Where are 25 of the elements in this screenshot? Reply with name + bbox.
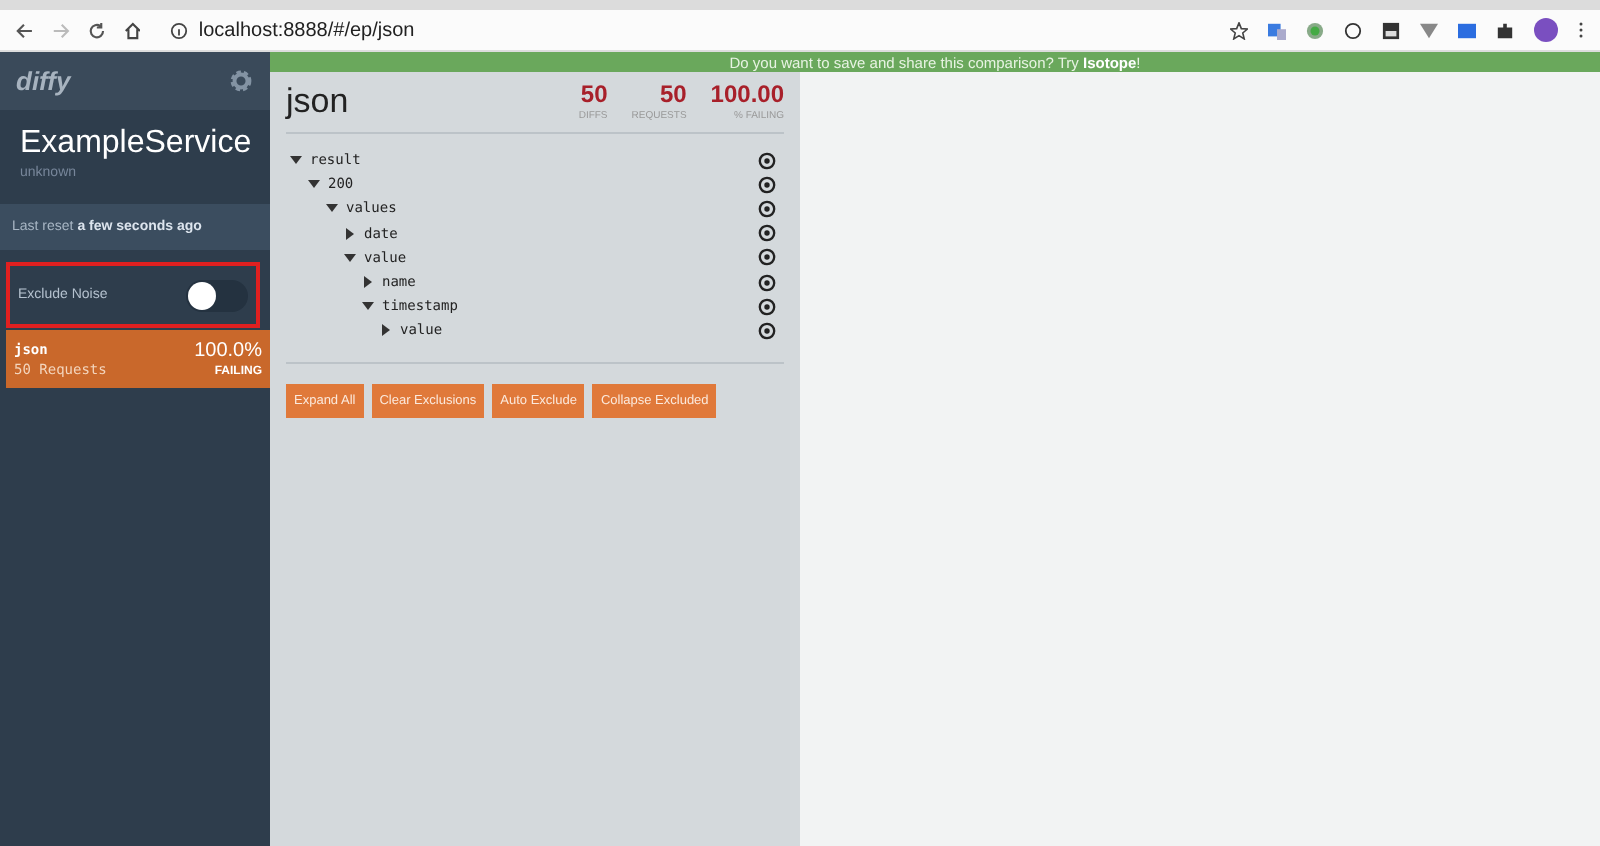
menu-icon[interactable] — [1578, 20, 1585, 40]
funnel-icon[interactable] — [1420, 21, 1439, 39]
stat-value: 50 — [659, 82, 687, 106]
info-icon — [170, 21, 189, 39]
address-bar[interactable]: localhost:8888/#/ep/json — [158, 19, 1213, 41]
back-icon[interactable] — [16, 21, 34, 39]
puzzle-icon[interactable] — [1496, 21, 1515, 39]
avatar-icon[interactable] — [1534, 18, 1559, 42]
endpoint-title: json — [286, 82, 349, 122]
service-name: ExampleService — [20, 126, 250, 162]
dot-icon[interactable] — [1306, 21, 1325, 39]
stat-value: 100.00 — [710, 82, 784, 106]
exclude-noise-toggle[interactable] — [186, 279, 248, 311]
reload-icon[interactable] — [87, 21, 106, 39]
url-text: localhost:8888/#/ep/json — [198, 19, 415, 41]
square-icon[interactable] — [1382, 21, 1401, 39]
home-icon[interactable] — [123, 21, 141, 39]
failure-percent: 100.0% — [194, 340, 262, 362]
translate-icon[interactable] — [1268, 21, 1287, 39]
calendar-icon[interactable] — [1458, 21, 1477, 39]
circle-icon[interactable] — [1344, 21, 1363, 39]
stat-value: 50 — [580, 82, 608, 106]
logo: diffy — [16, 66, 71, 96]
star-icon[interactable] — [1230, 21, 1249, 39]
settings-icon[interactable] — [228, 68, 254, 94]
